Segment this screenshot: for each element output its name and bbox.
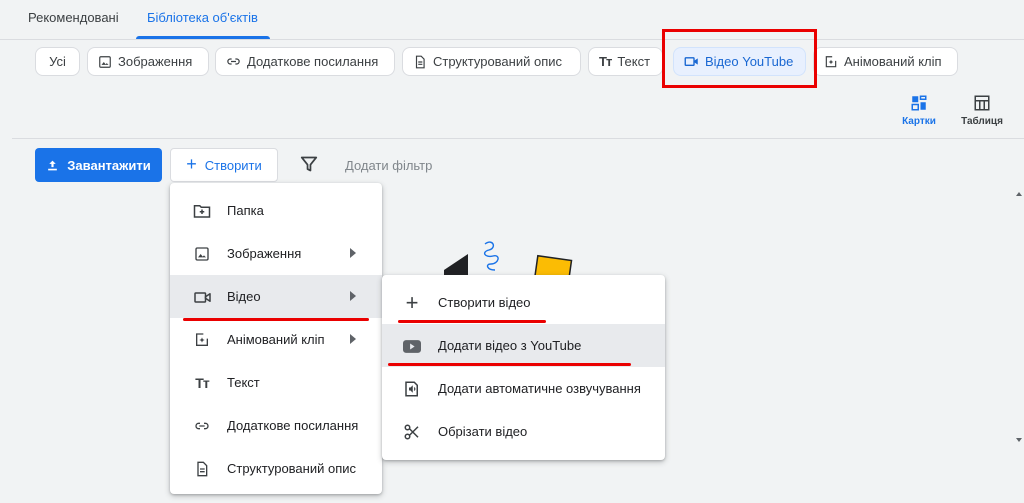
menu-item-video[interactable]: Відео [170, 275, 382, 318]
view-cards-button[interactable]: Картки [895, 94, 943, 127]
chip-label: Анімований клiп [844, 54, 942, 69]
upload-label: Завантажити [67, 157, 151, 173]
voiceover-icon [402, 379, 422, 399]
image-icon [99, 55, 111, 68]
video-submenu: + Створити відео Додати відео з YouTube … [382, 275, 665, 460]
add-filter-button[interactable]: Додати фільтр [345, 158, 432, 173]
menu-item-sitelink[interactable]: Додаткове посилання [170, 404, 382, 447]
annotation-underline-video [183, 318, 369, 321]
submenu-item-label: Обрізати відео [438, 424, 528, 439]
upload-button[interactable]: Завантажити [35, 148, 162, 182]
submenu-item-trim-video[interactable]: Обрізати відео [382, 410, 665, 453]
description-icon [192, 459, 212, 479]
view-table-button[interactable]: Таблиця [958, 94, 1006, 127]
submenu-item-add-youtube-video[interactable]: Додати відео з YouTube [382, 324, 665, 367]
animated-clip-icon [825, 55, 837, 67]
chip-all[interactable]: Усі [35, 47, 80, 76]
tab-recommended[interactable]: Рекомендовані [28, 10, 119, 25]
create-button[interactable]: + Створити [170, 148, 278, 182]
annotation-underline-create-video [398, 320, 546, 323]
submenu-item-label: Додати відео з YouTube [438, 338, 582, 353]
annotation-highlight-box [662, 29, 817, 88]
description-icon [415, 55, 425, 68]
link-icon [192, 416, 212, 436]
chip-images[interactable]: Зображення [87, 47, 209, 76]
empty-state-illustration [444, 241, 573, 280]
chip-sitelink[interactable]: Додаткове посилання [215, 47, 395, 76]
submenu-item-label: Створити відео [438, 295, 531, 310]
submenu-item-create-video[interactable]: + Створити відео [382, 281, 665, 324]
filter-icon[interactable] [300, 156, 318, 172]
video-icon [192, 287, 212, 307]
menu-item-label: Зображення [227, 246, 302, 261]
menu-item-label: Папка [227, 203, 264, 218]
menu-item-label: Структурований опис [227, 461, 357, 476]
menu-item-folder[interactable]: Папка [170, 189, 382, 232]
chip-label: Текст [617, 54, 651, 69]
submenu-arrow-icon [350, 291, 356, 301]
top-tab-bar: Рекомендовані Бібліотека об'єктів [0, 0, 1024, 40]
menu-item-label: Текст [227, 375, 260, 390]
menu-item-structured-snippet[interactable]: Структурований опис [170, 447, 382, 490]
chip-label: Зображення [118, 54, 193, 69]
chip-structured-snippet[interactable]: Структурований опис [402, 47, 581, 76]
view-table-label: Таблиця [961, 116, 1003, 127]
create-menu: Папка Зображення Відео Анімований кліп T… [170, 183, 382, 494]
animated-clip-icon [192, 330, 212, 350]
submenu-arrow-icon [350, 334, 356, 344]
submenu-item-auto-voiceover[interactable]: Додати автоматичне озвучування [382, 367, 665, 410]
image-icon [192, 244, 212, 264]
menu-item-label: Додаткове посилання [227, 418, 359, 433]
menu-item-label: Відео [227, 289, 261, 304]
view-cards-label: Картки [902, 116, 936, 127]
text-icon: Tт [195, 375, 209, 391]
menu-item-animated-clip[interactable]: Анімований кліп [170, 318, 382, 361]
menu-item-text[interactable]: Tт Текст [170, 361, 382, 404]
chip-label: Структурований опис [433, 54, 563, 69]
chip-text[interactable]: Tт Текст [588, 47, 663, 76]
chip-animated-clip[interactable]: Анімований клiп [813, 47, 958, 76]
upload-icon [48, 160, 58, 170]
toolbar-divider [12, 138, 1024, 139]
menu-item-label: Анімований кліп [227, 332, 325, 347]
scrollbar[interactable] [1014, 188, 1024, 454]
chip-label: Усі [49, 54, 66, 69]
submenu-arrow-icon [350, 248, 356, 258]
active-tab-indicator [136, 36, 270, 39]
table-view-icon [974, 95, 990, 111]
create-label: Створити [204, 157, 262, 173]
menu-item-image[interactable]: Зображення [170, 232, 382, 275]
cards-view-icon [911, 95, 927, 111]
youtube-icon [402, 336, 422, 356]
plus-icon: + [405, 290, 419, 315]
link-icon [227, 58, 240, 65]
tab-asset-library[interactable]: Бібліотека об'єктів [147, 10, 258, 25]
folder-add-icon [192, 201, 212, 221]
text-icon: Tт [599, 54, 612, 69]
plus-icon: + [186, 154, 197, 174]
annotation-underline-add-youtube [388, 363, 631, 366]
chip-label: Додаткове посилання [247, 54, 379, 69]
submenu-item-label: Додати автоматичне озвучування [438, 381, 641, 396]
scissors-icon [402, 422, 422, 442]
